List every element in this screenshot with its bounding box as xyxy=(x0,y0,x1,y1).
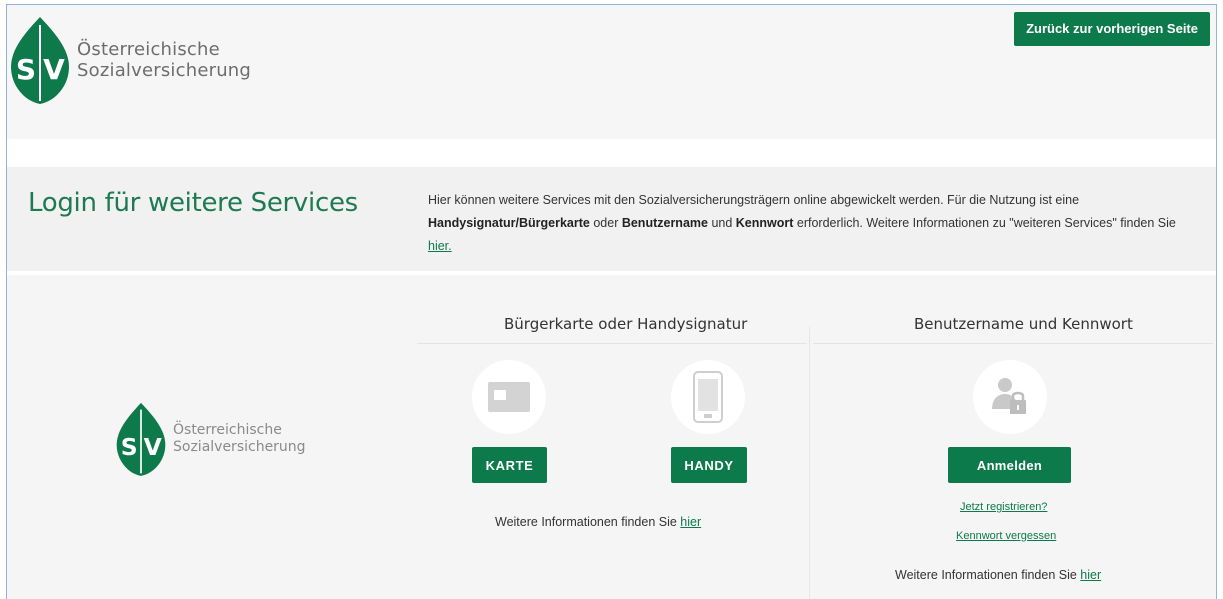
brand-name: Österreichische Sozialversicherung xyxy=(77,39,251,81)
credentials-heading: Benutzername und Kennwort xyxy=(914,315,1133,333)
svg-text:V: V xyxy=(43,53,65,86)
sv-leaf-logo-icon: S V xyxy=(116,402,166,476)
vertical-divider xyxy=(809,327,810,599)
svg-text:S: S xyxy=(16,53,36,86)
intro-text-part: erforderlich. Weitere Informationen zu "… xyxy=(793,216,1176,230)
credentials-info-link[interactable]: hier xyxy=(1080,568,1101,582)
user-lock-icon-circle xyxy=(973,360,1047,434)
intro-text: Hier können weitere Services mit den Soz… xyxy=(428,189,1193,258)
column-divider xyxy=(417,343,807,344)
sv-logo[interactable]: S V Österreichische Sozialversicherung xyxy=(9,15,251,105)
mobile-phone-icon xyxy=(693,371,723,423)
sv-logo-secondary: S V Österreichische Sozialversicherung xyxy=(115,401,306,477)
login-options: S V Österreichische Sozialversicherung B… xyxy=(7,275,1216,599)
card-login-button[interactable]: KARTE xyxy=(472,447,547,483)
credentials-info: Weitere Informationen finden Sie hier xyxy=(895,568,1101,582)
citizen-card-heading: Bürgerkarte oder Handysignatur xyxy=(504,315,748,333)
citizen-card-info: Weitere Informationen finden Sie hier xyxy=(495,515,701,529)
intro-text-part: und xyxy=(707,216,736,230)
back-to-previous-page-button[interactable]: Zurück zur vorherigen Seite xyxy=(1014,12,1210,46)
intro-text-part: Hier können weitere Services mit den Soz… xyxy=(428,193,1080,207)
brand-line-1: Österreichische xyxy=(173,422,282,438)
svg-text:V: V xyxy=(144,433,163,461)
citizen-card-info-link[interactable]: hier xyxy=(680,515,701,529)
intro-bold-kennwort: Kennwort xyxy=(735,216,794,230)
login-button[interactable]: Anmelden xyxy=(948,447,1071,483)
intro-more-info-link[interactable]: hier. xyxy=(428,239,452,253)
user-lock-icon xyxy=(992,378,1026,414)
brand-line-2: Sozialversicherung xyxy=(173,439,306,455)
header: S V Österreichische Sozialversicherung Z… xyxy=(7,5,1216,139)
brand-line-1: Österreichische xyxy=(77,39,220,60)
intro-text-part: oder xyxy=(589,216,622,230)
page-frame: S V Österreichische Sozialversicherung Z… xyxy=(6,4,1217,599)
column-divider xyxy=(813,343,1213,344)
brand-name-secondary: Österreichische Sozialversicherung xyxy=(173,422,306,456)
brand-line-2: Sozialversicherung xyxy=(77,60,252,81)
handy-login-button[interactable]: HANDY xyxy=(671,447,747,483)
card-icon xyxy=(488,382,530,412)
intro-bold-benutzername: Benutzername xyxy=(621,216,708,230)
register-link[interactable]: Jetzt registrieren? xyxy=(960,501,1047,513)
page-title: Login für weitere Services xyxy=(28,188,358,218)
svg-text:S: S xyxy=(121,433,138,461)
forgot-password-link[interactable]: Kennwort vergessen xyxy=(956,530,1056,542)
phone-icon-circle xyxy=(671,360,745,434)
intro-band: Login für weitere Services Hier können w… xyxy=(7,167,1216,271)
sv-leaf-logo-icon: S V xyxy=(11,17,69,104)
intro-bold-handysignatur: Handysignatur/Bürgerkarte xyxy=(428,216,590,230)
citizen-card-info-text: Weitere Informationen finden Sie xyxy=(495,515,681,529)
credentials-info-text: Weitere Informationen finden Sie xyxy=(895,568,1081,582)
card-icon-circle xyxy=(472,360,546,434)
